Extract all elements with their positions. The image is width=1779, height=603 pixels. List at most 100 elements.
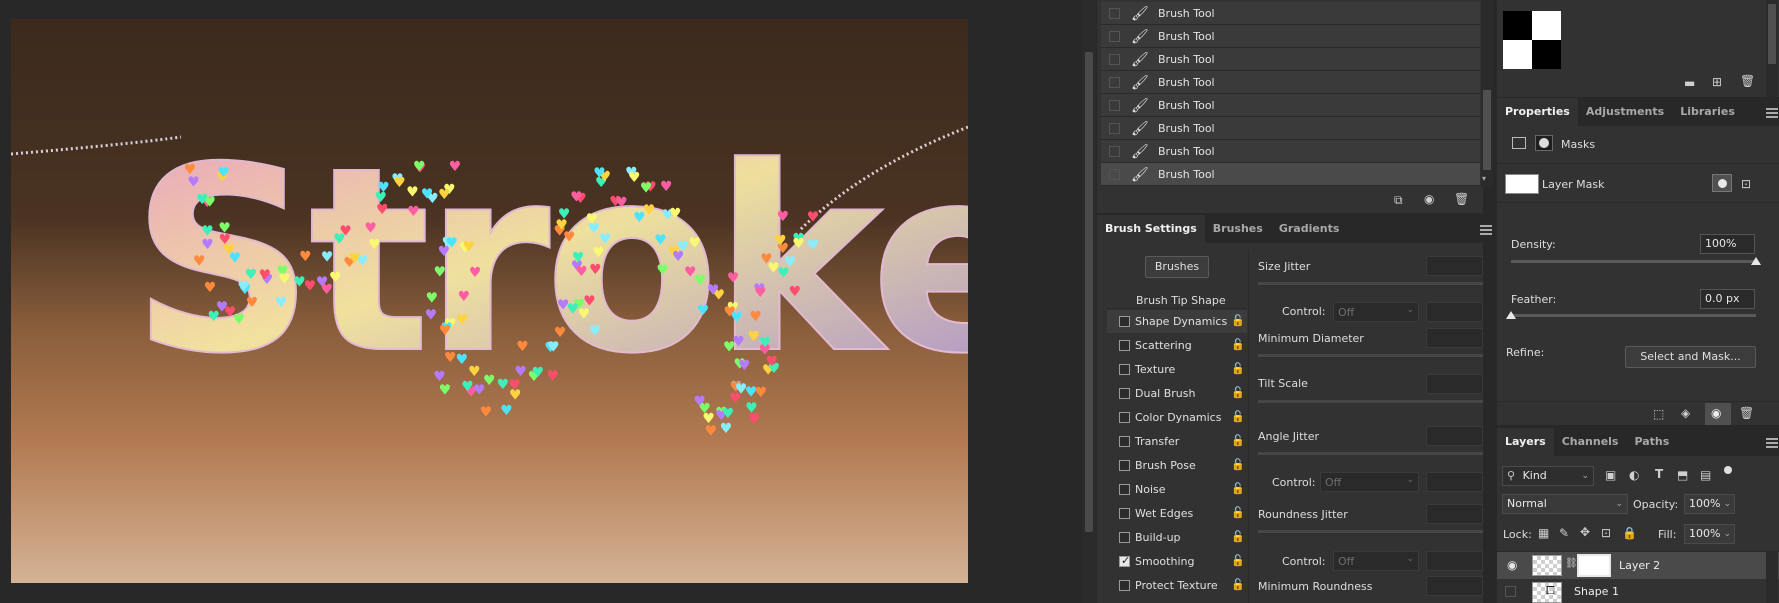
brush-option-noise[interactable]: Noise 🔓 [1107, 478, 1247, 501]
brush-option-protect-texture[interactable]: Protect Texture 🔓 [1107, 574, 1247, 597]
layer-row-shape-1[interactable]: ⧠ Shape 1 [1497, 580, 1779, 603]
brush-option-texture[interactable]: Texture 🔓 [1107, 358, 1247, 381]
feather-slider[interactable] [1506, 311, 1756, 319]
brush-option-dual-brush[interactable]: Dual Brush 🔓 [1107, 382, 1247, 405]
history-item[interactable]: 🖌 Brush Tool [1101, 117, 1480, 140]
folder-icon[interactable]: ▬ [1684, 76, 1695, 90]
layer-row-layer-2[interactable]: ◉ ⛓ Layer 2 [1497, 552, 1779, 579]
smart-object-filter-icon[interactable]: ▤ [1700, 468, 1711, 482]
visibility-box[interactable] [1505, 586, 1516, 597]
artboard-lock-icon[interactable]: ⊡ [1601, 526, 1611, 540]
snapshot-checkbox[interactable] [1109, 123, 1120, 134]
shape-filter-icon[interactable]: ⬒ [1677, 468, 1688, 482]
blend-mode-select[interactable]: Normal ⌄ [1502, 494, 1628, 514]
history-scrollbar[interactable]: ▾ [1481, 0, 1493, 187]
lock-transparent-pixels-icon[interactable]: ▦ [1538, 526, 1549, 540]
checkbox[interactable] [1119, 554, 1130, 567]
lock-icon[interactable]: 🔓 [1231, 482, 1245, 495]
density-field[interactable]: 100% [1700, 234, 1755, 254]
density-slider[interactable] [1511, 257, 1761, 265]
brush-option-color-dynamics[interactable]: Color Dynamics 🔓 [1107, 406, 1247, 429]
selection-from-mask-icon[interactable]: ⬚ [1653, 407, 1664, 421]
checkbox[interactable] [1119, 316, 1130, 327]
feather-slider-thumb[interactable] [1506, 311, 1516, 319]
type-filter-icon[interactable]: T [1655, 467, 1663, 481]
mask-select-icon[interactable] [1712, 174, 1732, 192]
lock-icon[interactable]: 🔓 [1231, 386, 1245, 399]
snapshot-checkbox[interactable] [1109, 77, 1120, 88]
lock-icon[interactable]: 🔓 [1231, 506, 1245, 519]
history-item[interactable]: 🖌 Brush Tool [1101, 2, 1480, 25]
checkbox[interactable] [1119, 436, 1130, 447]
checkbox[interactable] [1119, 388, 1130, 399]
eye-icon[interactable]: ◉ [1507, 558, 1517, 572]
history-item[interactable]: 🖌 Brush Tool [1101, 163, 1480, 186]
trash-icon[interactable]: 🗑 [1740, 74, 1755, 88]
snapshot-checkbox[interactable] [1109, 146, 1120, 157]
lock-icon[interactable]: 🔓 [1231, 314, 1245, 327]
channels-scrollbar[interactable] [1766, 0, 1778, 97]
brush-tip-shape-item[interactable]: Brush Tip Shape [1136, 294, 1226, 307]
lock-icon[interactable]: 🔓 [1231, 578, 1245, 591]
tab-adjustments[interactable]: Adjustments [1578, 98, 1672, 126]
brush-option-brush-pose[interactable]: Brush Pose 🔓 [1107, 454, 1247, 477]
lock-icon[interactable]: 🔓 [1231, 410, 1245, 423]
tab-layers[interactable]: Layers [1497, 428, 1554, 456]
link-icon[interactable]: ⛓ [1565, 558, 1578, 569]
checkbox[interactable] [1119, 460, 1130, 471]
tab-libraries[interactable]: Libraries [1672, 98, 1743, 126]
brush-option-wet-edges[interactable]: Wet Edges 🔓 [1107, 502, 1247, 525]
lock-icon[interactable]: 🔓 [1231, 530, 1245, 543]
tab-gradients[interactable]: Gradients [1271, 215, 1348, 243]
tab-channels[interactable]: Channels [1554, 428, 1627, 456]
lock-all-icon[interactable]: 🔒 [1622, 526, 1637, 540]
checkbox[interactable] [1119, 364, 1130, 375]
canvas-scrollbar[interactable] [1082, 0, 1096, 603]
snapshot-checkbox[interactable] [1109, 169, 1120, 180]
trash-icon[interactable]: 🗑 [1454, 192, 1469, 206]
checkbox[interactable] [1119, 340, 1130, 351]
snapshot-checkbox[interactable] [1109, 54, 1120, 65]
tab-brushes[interactable]: Brushes [1205, 215, 1271, 243]
brush-option-scattering[interactable]: Scattering 🔓 [1107, 334, 1247, 357]
checkbox[interactable] [1119, 580, 1130, 591]
history-item[interactable]: 🖌 Brush Tool [1101, 140, 1480, 163]
select-and-mask-button[interactable]: Select and Mask... [1625, 346, 1756, 368]
checkbox[interactable] [1119, 532, 1130, 543]
opacity-field[interactable]: 100% ⌄ [1684, 494, 1735, 514]
document-canvas[interactable]: Stroke ♥ ♥ ♥ ♥ ♥ ♥ ♥ ♥ ♥ ♥ ♥ ♥ ♥ ♥ ♥ ♥ ♥ ♥ ♥ ♥ ♥ ♥ ♥ ♥ ♥ ♥ ♥ ♥ ♥ ♥ ♥ ♥ ♥… [11, 19, 968, 583]
lock-icon[interactable]: 🔓 [1231, 554, 1245, 567]
lock-position-icon[interactable]: ✥ [1580, 525, 1590, 539]
lock-image-pixels-icon[interactable]: ✎ [1559, 526, 1569, 540]
invert-mask-icon[interactable]: ◈ [1681, 406, 1690, 420]
tab-paths[interactable]: Paths [1626, 428, 1677, 456]
feather-field[interactable]: 0.0 px [1700, 289, 1755, 309]
lock-icon[interactable]: 🔓 [1231, 362, 1245, 375]
snapshot-checkbox[interactable] [1109, 100, 1120, 111]
layers-menu-icon[interactable] [1766, 438, 1778, 448]
snapshot-checkbox[interactable] [1109, 8, 1120, 19]
brush-option-build-up[interactable]: Build-up 🔓 [1107, 526, 1247, 549]
adjustment-filter-icon[interactable]: ◐ [1629, 468, 1639, 482]
checkbox[interactable] [1119, 412, 1130, 423]
new-layer-icon[interactable]: ⊞ [1712, 75, 1722, 89]
apply-mask-icon[interactable]: ⊡ [1741, 177, 1751, 191]
brush-panel-menu-icon[interactable] [1480, 225, 1492, 235]
lock-icon[interactable]: 🔓 [1231, 338, 1245, 351]
trash-icon[interactable]: 🗑 [1739, 406, 1754, 420]
tab-brush-settings[interactable]: Brush Settings [1097, 215, 1205, 243]
layer-2-name[interactable]: Layer 2 [1619, 559, 1660, 572]
pixel-filter-icon[interactable]: ▣ [1605, 468, 1616, 482]
brush-option-shape-dynamics[interactable]: Shape Dynamics 🔓 [1107, 310, 1247, 333]
brush-option-smoothing[interactable]: Smoothing 🔓 [1107, 550, 1247, 573]
lock-icon[interactable]: 🔓 [1231, 434, 1245, 447]
checkbox[interactable] [1119, 508, 1130, 519]
lock-icon[interactable]: 🔓 [1231, 458, 1245, 471]
fill-field[interactable]: 100% ⌄ [1684, 524, 1735, 544]
shape-1-name[interactable]: Shape 1 [1574, 585, 1619, 598]
brushes-button[interactable]: Brushes [1145, 256, 1209, 278]
history-item[interactable]: 🖌 Brush Tool [1101, 71, 1480, 94]
checkbox[interactable] [1119, 484, 1130, 495]
history-item[interactable]: 🖌 Brush Tool [1101, 25, 1480, 48]
camera-icon[interactable]: ◉ [1424, 192, 1434, 206]
